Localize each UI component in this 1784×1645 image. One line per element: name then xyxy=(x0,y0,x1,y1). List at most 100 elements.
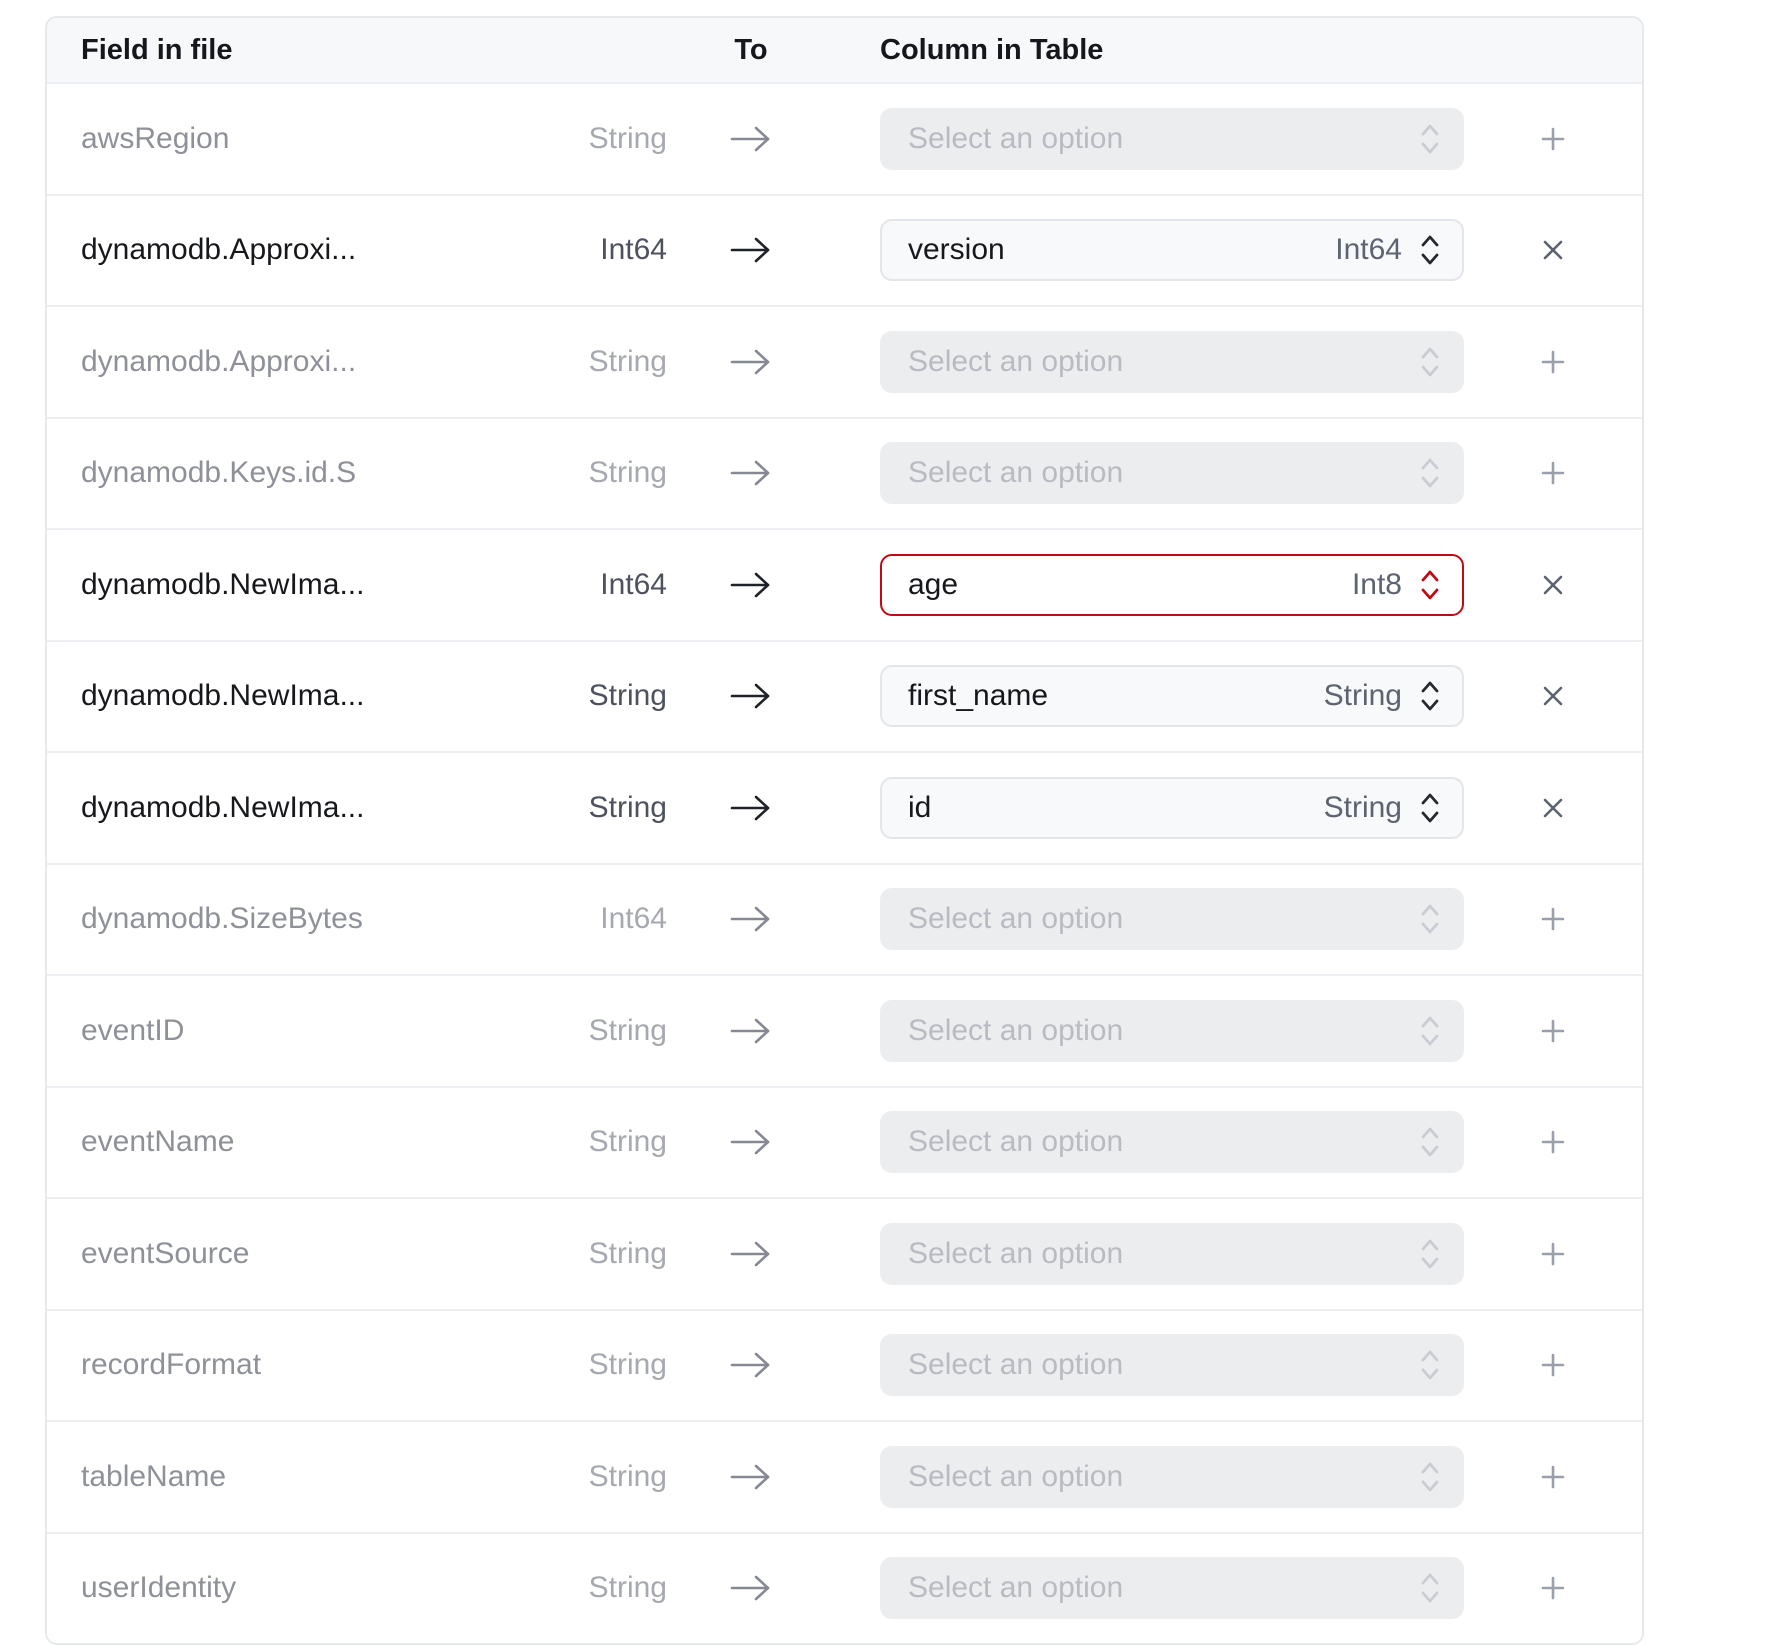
action-cell xyxy=(1464,336,1642,388)
plus-icon xyxy=(1539,1463,1567,1491)
action-cell xyxy=(1464,1228,1642,1280)
column-select[interactable]: first_name String xyxy=(880,665,1464,727)
arrow-cell xyxy=(667,1126,835,1158)
field-type: String xyxy=(501,1014,667,1048)
arrow-right-icon xyxy=(729,234,773,266)
column-select: Select an option xyxy=(880,1334,1464,1396)
arrow-cell xyxy=(667,792,835,824)
action-cell xyxy=(1464,1451,1642,1503)
select-value: Select an option xyxy=(908,456,1418,490)
column-select[interactable]: age Int8 xyxy=(880,554,1464,616)
unfold-icon xyxy=(1418,1235,1442,1273)
field-type: String xyxy=(501,1237,667,1271)
select-cell: version Int64 xyxy=(880,219,1464,281)
arrow-right-icon xyxy=(729,903,773,935)
column-select: Select an option xyxy=(880,442,1464,504)
add-mapping-button[interactable] xyxy=(1527,1116,1579,1168)
select-value: version xyxy=(908,233,1335,267)
action-cell xyxy=(1464,782,1642,834)
add-mapping-button[interactable] xyxy=(1527,1005,1579,1057)
arrow-right-icon xyxy=(729,1572,773,1604)
header-column-in-table: Column in Table xyxy=(880,34,1103,67)
mapping-row: tableName String Select an option xyxy=(47,1420,1642,1532)
select-type: Int64 xyxy=(1335,233,1402,267)
close-icon xyxy=(1540,795,1566,821)
add-mapping-button[interactable] xyxy=(1527,1228,1579,1280)
mapping-row: recordFormat String Select an option xyxy=(47,1309,1642,1421)
arrow-cell xyxy=(667,680,835,712)
field-type: Int64 xyxy=(501,902,667,936)
close-icon xyxy=(1540,572,1566,598)
select-cell: Select an option xyxy=(880,1000,1464,1062)
header-to: To xyxy=(667,34,835,67)
table-header: Field in file To Column in Table xyxy=(47,18,1642,82)
select-value: Select an option xyxy=(908,122,1418,156)
select-cell: Select an option xyxy=(880,331,1464,393)
field-name: dynamodb.Keys.id.S xyxy=(81,456,501,490)
unfold-icon xyxy=(1418,231,1442,269)
mapping-row: dynamodb.NewIma... Int64 age Int8 xyxy=(47,528,1642,640)
arrow-right-icon xyxy=(729,1015,773,1047)
remove-mapping-button[interactable] xyxy=(1527,670,1579,722)
unfold-icon xyxy=(1418,1123,1442,1161)
select-cell: id String xyxy=(880,777,1464,839)
select-value: Select an option xyxy=(908,345,1418,379)
add-mapping-button[interactable] xyxy=(1527,447,1579,499)
column-select[interactable]: version Int64 xyxy=(880,219,1464,281)
close-icon xyxy=(1540,237,1566,263)
field-name: eventName xyxy=(81,1125,501,1159)
remove-mapping-button[interactable] xyxy=(1527,782,1579,834)
arrow-right-icon xyxy=(729,1238,773,1270)
action-cell xyxy=(1464,670,1642,722)
column-select: Select an option xyxy=(880,1111,1464,1173)
select-value: Select an option xyxy=(908,902,1418,936)
column-select[interactable]: id String xyxy=(880,777,1464,839)
add-mapping-button[interactable] xyxy=(1527,1339,1579,1391)
add-mapping-button[interactable] xyxy=(1527,1451,1579,1503)
column-select: Select an option xyxy=(880,1223,1464,1285)
select-value: first_name xyxy=(908,679,1324,713)
plus-icon xyxy=(1539,1351,1567,1379)
unfold-icon xyxy=(1418,900,1442,938)
add-mapping-button[interactable] xyxy=(1527,893,1579,945)
mapping-row: dynamodb.Keys.id.S String Select an opti… xyxy=(47,417,1642,529)
field-name: tableName xyxy=(81,1460,501,1494)
add-mapping-button[interactable] xyxy=(1527,1562,1579,1614)
field-name: dynamodb.Approxi... xyxy=(81,345,501,379)
column-select: Select an option xyxy=(880,1000,1464,1062)
arrow-right-icon xyxy=(729,123,773,155)
arrow-right-icon xyxy=(729,457,773,489)
field-type: String xyxy=(501,1460,667,1494)
action-cell xyxy=(1464,893,1642,945)
action-cell xyxy=(1464,113,1642,165)
select-cell: Select an option xyxy=(880,1111,1464,1173)
arrow-cell xyxy=(667,1015,835,1047)
mapping-row: eventSource String Select an option xyxy=(47,1197,1642,1309)
select-cell: Select an option xyxy=(880,108,1464,170)
select-cell: Select an option xyxy=(880,1446,1464,1508)
mapping-rows: awsRegion String Select an option xyxy=(47,82,1642,1643)
remove-mapping-button[interactable] xyxy=(1527,224,1579,276)
unfold-icon xyxy=(1418,1458,1442,1496)
field-mapping-table: Field in file To Column in Table awsRegi… xyxy=(45,16,1644,1645)
action-cell xyxy=(1464,1339,1642,1391)
unfold-icon xyxy=(1418,677,1442,715)
arrow-cell xyxy=(667,234,835,266)
plus-icon xyxy=(1539,1017,1567,1045)
column-select: Select an option xyxy=(880,331,1464,393)
select-cell: Select an option xyxy=(880,1557,1464,1619)
field-type: String xyxy=(501,345,667,379)
action-cell xyxy=(1464,1005,1642,1057)
select-value: age xyxy=(908,568,1352,602)
arrow-right-icon xyxy=(729,569,773,601)
mapping-row: userIdentity String Select an option xyxy=(47,1532,1642,1644)
field-name: recordFormat xyxy=(81,1348,501,1382)
field-name: dynamodb.NewIma... xyxy=(81,568,501,602)
unfold-icon xyxy=(1418,343,1442,381)
select-value: Select an option xyxy=(908,1125,1418,1159)
remove-mapping-button[interactable] xyxy=(1527,559,1579,611)
add-mapping-button[interactable] xyxy=(1527,113,1579,165)
field-type: String xyxy=(501,456,667,490)
column-select: Select an option xyxy=(880,108,1464,170)
add-mapping-button[interactable] xyxy=(1527,336,1579,388)
